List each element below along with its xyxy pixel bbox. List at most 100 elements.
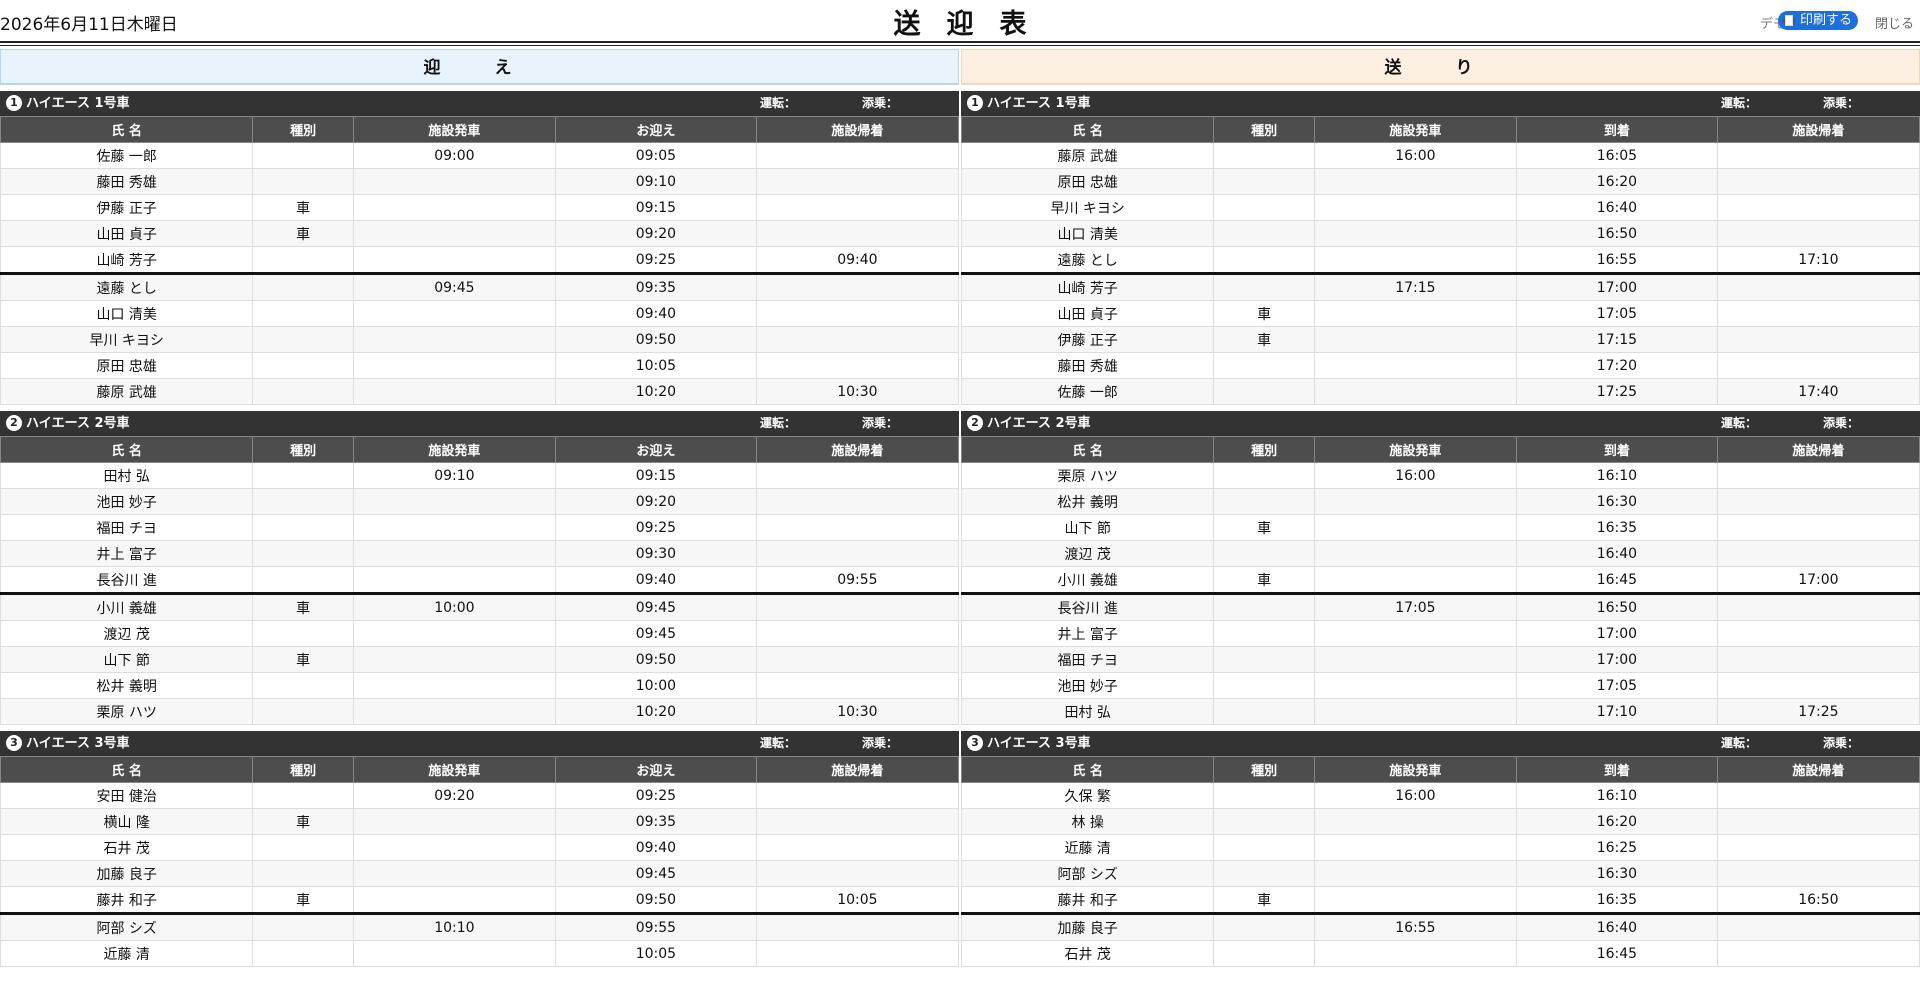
vehicle-type	[1213, 142, 1315, 169]
arrival-time: 09:50	[554, 646, 757, 673]
return-time	[1716, 834, 1920, 861]
table-row[interactable]: 近藤 清 10:05	[0, 940, 960, 967]
table-row[interactable]: 藤原 武雄 16:00 16:05	[960, 142, 1920, 169]
depart-time	[352, 540, 556, 567]
return-time	[755, 860, 960, 887]
table-row[interactable]: 藤井 和子車 16:35 16:50	[960, 886, 1920, 915]
toolbar: デモ 印刷する 閉じる	[1760, 9, 1920, 33]
table-row[interactable]: 阿部 シズ 10:10 09:55	[0, 913, 960, 941]
table-row[interactable]: 山崎 芳子 17:15 17:00	[960, 273, 1920, 301]
table-row[interactable]: 福田 チヨ 09:25	[0, 514, 960, 541]
table-row[interactable]: 井上 富子 17:00	[960, 620, 1920, 647]
table-row[interactable]: 山田 貞子車 09:20	[0, 220, 960, 247]
table-row[interactable]: 渡辺 茂 09:45	[0, 620, 960, 647]
arrival-time: 09:10	[554, 168, 757, 195]
table-row[interactable]: 福田 チヨ 17:00	[960, 646, 1920, 673]
table-row[interactable]: 伊藤 正子車 17:15	[960, 326, 1920, 353]
arrival-time: 09:05	[554, 142, 757, 169]
passenger-name: 池田 妙子	[960, 672, 1215, 699]
depart-time: 09:00	[352, 142, 556, 169]
col-return-header: 施設帰着	[1716, 756, 1920, 783]
table-row[interactable]: 栗原 ハツ 16:00 16:10	[960, 462, 1920, 489]
table-row[interactable]: 長谷川 進 09:40 09:55	[0, 566, 960, 595]
table-row[interactable]: 藤田 秀雄 09:10	[0, 168, 960, 195]
depart-time: 16:55	[1313, 913, 1517, 941]
table-row[interactable]: 佐藤 一郎 09:00 09:05	[0, 142, 960, 169]
table-row[interactable]: 藤井 和子車 09:50 10:05	[0, 886, 960, 915]
table-row[interactable]: 池田 妙子 09:20	[0, 488, 960, 515]
passenger-name: 松井 義明	[960, 488, 1215, 515]
table-row[interactable]: 小川 義雄車 16:45 17:00	[960, 566, 1920, 595]
table-row[interactable]: 藤田 秀雄 17:20	[960, 352, 1920, 379]
table-row[interactable]: 池田 妙子 17:05	[960, 672, 1920, 699]
car-header: 2 ハイエース 2号車 運転： 添乗：	[0, 411, 959, 436]
table-row[interactable]: 阿部 シズ 16:30	[960, 860, 1920, 887]
passenger-name: 山口 清美	[0, 300, 254, 327]
arrival-time: 09:25	[554, 782, 757, 809]
table-row[interactable]: 山田 貞子車 17:05	[960, 300, 1920, 327]
arrival-time: 16:25	[1515, 834, 1718, 861]
table-row[interactable]: 早川 キヨシ 16:40	[960, 194, 1920, 221]
table-row[interactable]: 田村 弘 09:10 09:15	[0, 462, 960, 489]
depart-time	[1313, 514, 1517, 541]
table-row[interactable]: 近藤 清 16:25	[960, 834, 1920, 861]
vehicle-type	[252, 142, 354, 169]
vehicle-type: 車	[252, 220, 354, 247]
car-block: 3 ハイエース 3号車 運転： 添乗： 氏 名種別 施設発車 到着 施設帰着 久保 繁 16:00…	[960, 731, 1920, 967]
table-header-row: 氏 名種別 施設発車 到着 施設帰着	[960, 116, 1920, 143]
table-row[interactable]: 遠藤 とし 09:45 09:35	[0, 273, 960, 301]
table-row[interactable]: 加藤 良子 16:55 16:40	[960, 913, 1920, 941]
vehicle-type	[252, 514, 354, 541]
table-row[interactable]: 加藤 良子 09:45	[0, 860, 960, 887]
table-row[interactable]: 原田 忠雄 10:05	[0, 352, 960, 379]
table-row[interactable]: 渡辺 茂 16:40	[960, 540, 1920, 567]
table-row[interactable]: 佐藤 一郎 17:25 17:40	[960, 378, 1920, 405]
passenger-name: 福田 チヨ	[960, 646, 1215, 673]
arrival-time: 16:40	[1515, 540, 1718, 567]
table-row[interactable]: 林 操 16:20	[960, 808, 1920, 835]
car-header: 3 ハイエース 3号車 運転： 添乗：	[0, 731, 959, 756]
table-row[interactable]: 長谷川 進 17:05 16:50	[960, 593, 1920, 621]
table-row[interactable]: 山崎 芳子 09:25 09:40	[0, 246, 960, 275]
table-row[interactable]: 山下 節車 09:50	[0, 646, 960, 673]
table-row[interactable]: 早川 キヨシ 09:50	[0, 326, 960, 353]
return-time: 17:25	[1716, 698, 1920, 725]
table-row[interactable]: 井上 富子 09:30	[0, 540, 960, 567]
table-row[interactable]: 松井 義明 10:00	[0, 672, 960, 699]
table-row[interactable]: 安田 健治 09:20 09:25	[0, 782, 960, 809]
passenger-name: 小川 義雄	[0, 593, 254, 621]
arrival-time: 09:30	[554, 540, 757, 567]
table-row[interactable]: 伊藤 正子車 09:15	[0, 194, 960, 221]
page-title: 送迎表	[893, 9, 1053, 40]
table-row[interactable]: 原田 忠雄 16:20	[960, 168, 1920, 195]
arrival-time: 17:00	[1515, 273, 1718, 301]
table-row[interactable]: 栗原 ハツ 10:20 10:30	[0, 698, 960, 725]
depart-time	[1313, 194, 1517, 221]
table-row[interactable]: 田村 弘 17:10 17:25	[960, 698, 1920, 725]
vehicle-type	[1213, 220, 1315, 247]
table-row[interactable]: 山口 清美 09:40	[0, 300, 960, 327]
depart-time: 09:45	[352, 273, 556, 301]
table-row[interactable]: 久保 繁 16:00 16:10	[960, 782, 1920, 809]
table-row[interactable]: 遠藤 とし 16:55 17:10	[960, 246, 1920, 275]
table-row[interactable]: 石井 茂 16:45	[960, 940, 1920, 967]
table-row[interactable]: 山下 節車 16:35	[960, 514, 1920, 541]
depart-time	[1313, 646, 1517, 673]
table-row[interactable]: 石井 茂 09:40	[0, 834, 960, 861]
vehicle-type	[252, 782, 354, 809]
vehicle-type	[1213, 834, 1315, 861]
depart-time	[1313, 378, 1517, 405]
vehicle-type: 車	[252, 886, 354, 915]
vehicle-type	[252, 300, 354, 327]
col-return-header: 施設帰着	[755, 436, 960, 463]
arrival-time: 16:05	[1515, 142, 1718, 169]
table-row[interactable]: 小川 義雄車 10:00 09:45	[0, 593, 960, 621]
table-row[interactable]: 松井 義明 16:30	[960, 488, 1920, 515]
table-row[interactable]: 山口 清美 16:50	[960, 220, 1920, 247]
print-button[interactable]: 印刷する	[1778, 11, 1859, 30]
passenger-name: 池田 妙子	[0, 488, 254, 515]
table-row[interactable]: 藤原 武雄 10:20 10:30	[0, 378, 960, 405]
arrival-time: 16:30	[1515, 860, 1718, 887]
table-row[interactable]: 横山 隆車 09:35	[0, 808, 960, 835]
close-button[interactable]: 閉じる	[1875, 13, 1914, 32]
